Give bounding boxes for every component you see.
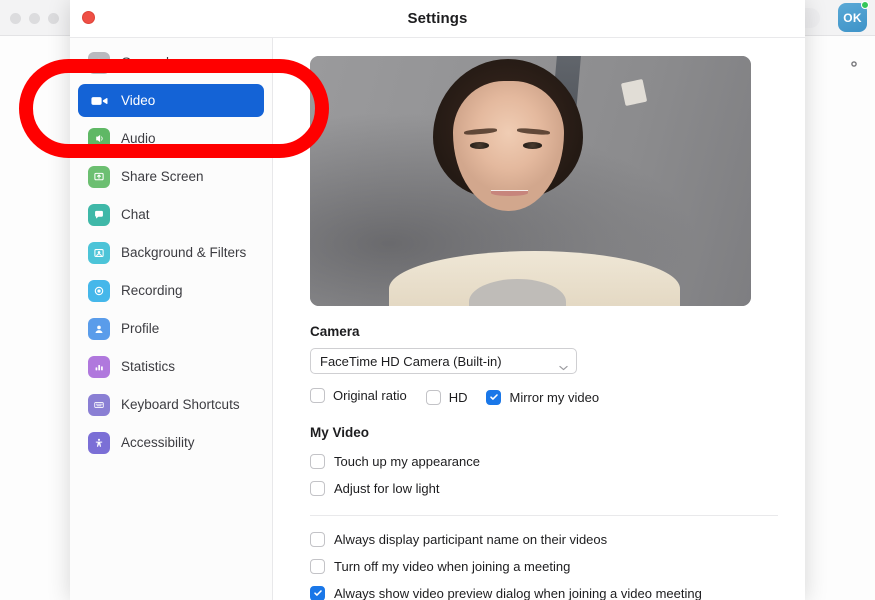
- settings-body: General Video Audio Share Screen Chat Ba…: [70, 38, 805, 600]
- keyboard-icon: [88, 393, 110, 416]
- gear-icon[interactable]: [846, 56, 862, 72]
- settings-sidebar: General Video Audio Share Screen Chat Ba…: [70, 38, 273, 600]
- checkbox-turn-off-my-video[interactable]: [310, 558, 325, 574]
- traffic-light-maximize[interactable]: [48, 13, 59, 24]
- sidebar-item-label: Statistics: [121, 359, 176, 374]
- checkbox-label: Touch up my appearance: [334, 453, 480, 469]
- sidebar-item-label: Share Screen: [121, 169, 204, 184]
- camera-select[interactable]: FaceTime HD Camera (Built-in): [310, 348, 577, 374]
- screen: OK Settings General Video Audio Share Sc…: [0, 0, 875, 600]
- checkbox-row-mirror-my-video[interactable]: Mirror my video: [486, 387, 599, 407]
- checkbox-touch-up-my-appearance[interactable]: [310, 453, 325, 469]
- gear-icon: [88, 51, 110, 74]
- checkbox-original-ratio[interactable]: [310, 388, 325, 403]
- checkbox-mirror-my-video[interactable]: [486, 389, 502, 405]
- checkbox-label: Always show video preview dialog when jo…: [334, 585, 702, 600]
- camera-options: Original ratio HD Mirror my video: [310, 384, 778, 407]
- sidebar-item-label: Audio: [121, 131, 156, 146]
- sidebar-item-chat[interactable]: Chat: [78, 198, 264, 231]
- sidebar-item-label: Profile: [121, 321, 160, 336]
- checkbox-row-adjust-for-low-light[interactable]: Adjust for low light: [310, 476, 778, 500]
- my-video-heading: My Video: [310, 425, 370, 440]
- traffic-lights: [10, 13, 59, 24]
- sidebar-item-keyboard-shortcuts[interactable]: Keyboard Shortcuts: [78, 388, 264, 421]
- checkbox-adjust-for-low-light[interactable]: [310, 480, 325, 496]
- statistics-icon: [88, 355, 110, 378]
- sidebar-item-label: Background & Filters: [121, 245, 247, 260]
- section-divider: [310, 515, 778, 516]
- checkbox-always-display-participant-name[interactable]: [310, 531, 325, 547]
- checkbox-row-always-show-video-preview[interactable]: Always show video preview dialog when jo…: [310, 581, 778, 600]
- checkbox-row-hd[interactable]: HD: [425, 387, 468, 407]
- video-preview-mouth: [490, 189, 529, 196]
- checkbox-row-turn-off-my-video[interactable]: Turn off my video when joining a meeting: [310, 554, 778, 578]
- settings-titlebar: Settings: [70, 0, 805, 38]
- accessibility-icon: [88, 431, 110, 454]
- sidebar-item-label: Accessibility: [121, 435, 195, 450]
- camera-heading: Camera: [310, 324, 360, 339]
- sidebar-item-background-filters[interactable]: Background & Filters: [78, 236, 264, 269]
- video-camera-icon: [88, 90, 110, 112]
- sidebar-item-audio[interactable]: Audio: [78, 122, 264, 155]
- sidebar-item-general[interactable]: General: [78, 46, 264, 79]
- chat-bubble-icon: [88, 203, 110, 226]
- background-filters-icon: [88, 241, 110, 264]
- sidebar-item-share-screen[interactable]: Share Screen: [78, 160, 264, 193]
- traffic-light-minimize[interactable]: [29, 13, 40, 24]
- profile-icon: [88, 317, 110, 340]
- sidebar-item-recording[interactable]: Recording: [78, 274, 264, 307]
- sidebar-item-label: Video: [121, 93, 156, 108]
- share-screen-icon: [88, 165, 110, 188]
- checkbox-label: Adjust for low light: [334, 480, 440, 496]
- sidebar-item-profile[interactable]: Profile: [78, 312, 264, 345]
- settings-content: Camera FaceTime HD Camera (Built-in) Ori…: [273, 38, 804, 600]
- close-icon[interactable]: [82, 11, 95, 24]
- traffic-light-close[interactable]: [10, 13, 21, 24]
- settings-window: Settings General Video Audio Share Scree…: [70, 0, 805, 600]
- speaker-icon: [88, 127, 110, 150]
- checkbox-row-always-display-participant-name[interactable]: Always display participant name on their…: [310, 527, 778, 551]
- checkbox-label: Mirror my video: [509, 389, 600, 405]
- checkbox-always-show-video-preview[interactable]: [310, 585, 325, 600]
- sidebar-item-statistics[interactable]: Statistics: [78, 350, 264, 383]
- video-preview-eye-right: [523, 142, 542, 149]
- checkbox-label: Turn off my video when joining a meeting: [334, 558, 571, 574]
- checkbox-row-original-ratio[interactable]: Original ratio: [310, 386, 407, 406]
- video-preview: [310, 56, 751, 306]
- checkbox-label: HD: [448, 389, 468, 405]
- checkbox-row-touch-up-my-appearance[interactable]: Touch up my appearance: [310, 449, 778, 473]
- page-title: Settings: [407, 10, 468, 27]
- video-preview-eye-left: [470, 142, 489, 149]
- sidebar-item-label: Keyboard Shortcuts: [121, 397, 240, 412]
- sidebar-item-label: Recording: [121, 283, 183, 298]
- sidebar-item-label: General: [121, 55, 170, 70]
- online-status-dot: [861, 1, 869, 9]
- recording-icon: [88, 279, 110, 302]
- checkbox-label: Original ratio: [333, 388, 407, 403]
- checkbox-hd[interactable]: [425, 389, 441, 405]
- video-preview-wall-note: [621, 78, 648, 106]
- sidebar-item-video[interactable]: Video: [78, 84, 264, 117]
- sidebar-item-accessibility[interactable]: Accessibility: [78, 426, 264, 459]
- checkbox-label: Always display participant name on their…: [334, 531, 608, 547]
- chevron-down-icon: [559, 358, 568, 371]
- sidebar-item-label: Chat: [121, 207, 150, 222]
- camera-select-value: FaceTime HD Camera (Built-in): [320, 353, 502, 369]
